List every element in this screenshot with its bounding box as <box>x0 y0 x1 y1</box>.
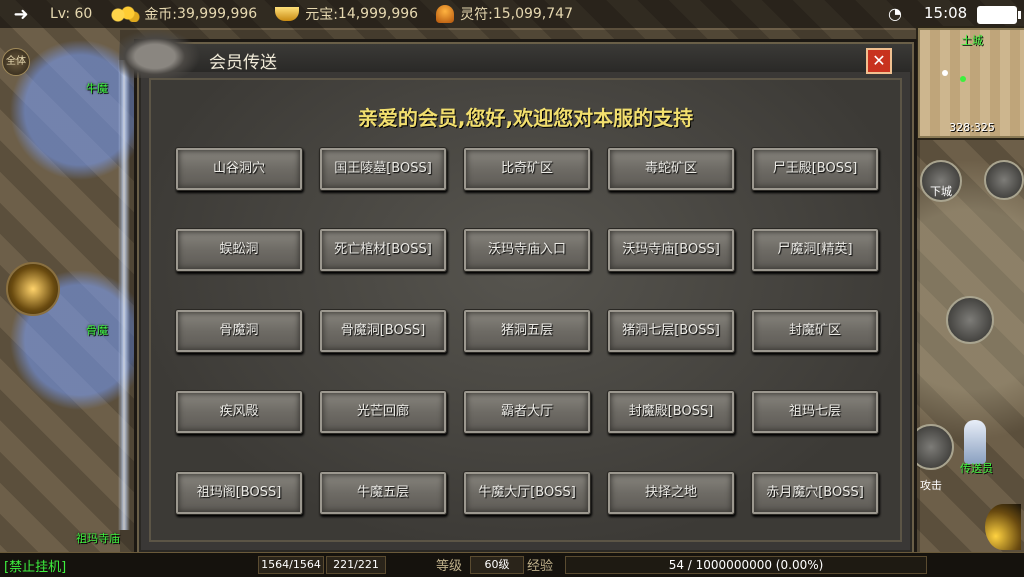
mp-display: 221/221 <box>326 556 386 574</box>
clock: 15:08 <box>924 4 968 22</box>
level-value: 60级 <box>470 556 524 574</box>
teleport-button[interactable]: 猪洞五层 <box>463 309 591 353</box>
greeting-text: 亲爱的会员,您好,欢迎您对本服的支持 <box>357 106 694 130</box>
teleport-button[interactable]: 抉择之地 <box>607 471 735 515</box>
menu-orb-icon[interactable] <box>985 504 1021 550</box>
ingot-icon <box>275 7 300 21</box>
back-arrow-icon[interactable]: ➜ <box>8 4 34 25</box>
teleport-button[interactable]: 牛魔五层 <box>319 471 447 515</box>
teleport-button[interactable]: 祖玛阁[BOSS] <box>175 471 303 515</box>
teleport-button[interactable]: 骨魔洞 <box>175 309 303 353</box>
gold-display: 金币: 39,999,996 <box>110 4 257 24</box>
teleport-button[interactable]: 骨魔洞[BOSS] <box>319 309 447 353</box>
teleport-button[interactable]: 沃玛寺庙[BOSS] <box>607 228 735 272</box>
level-label: 等级 <box>436 559 463 574</box>
dragon-ornament-icon <box>119 24 209 78</box>
battery-icon <box>977 6 1021 24</box>
teleport-button[interactable]: 霸者大厅 <box>463 390 591 434</box>
teleport-button[interactable]: 国王陵墓[BOSS] <box>319 147 447 191</box>
wifi-icon: ◔ <box>888 4 902 23</box>
teleport-button[interactable]: 尸魔洞[精英] <box>751 228 879 272</box>
teleport-button[interactable]: 封魔殿[BOSS] <box>607 390 735 434</box>
attack-button[interactable]: 攻击 <box>908 424 954 492</box>
exp-bar: 54 / 1000000000 (0.00%) <box>565 556 927 574</box>
dialog-title: 会员传送 <box>209 53 277 73</box>
attack-mode-icon[interactable] <box>6 262 60 316</box>
talisman-label: 灵符: <box>460 7 493 23</box>
minimap-coordinates: 328:325 <box>949 121 995 134</box>
teleport-button[interactable]: 毒蛇矿区 <box>607 147 735 191</box>
close-button[interactable]: ✕ <box>866 48 892 74</box>
zone-label-zuma: 祖玛寺庙 <box>76 532 120 545</box>
teleport-button[interactable]: 祖玛七层 <box>751 390 879 434</box>
member-teleport-dialog: 会员传送 ✕ 亲爱的会员,您好,欢迎您对本服的支持 山谷洞穴 国王陵墓[BOSS… <box>119 24 914 554</box>
dialog-header: 会员传送 ✕ <box>119 24 912 78</box>
ingot-value: 14,999,996 <box>337 6 419 22</box>
gold-label: 金币: <box>144 7 178 23</box>
npc-name-label: 传送员 <box>960 462 993 475</box>
ingot-display: 元宝: 14,999,996 <box>275 4 418 24</box>
return-city-button[interactable]: 下城 <box>920 160 962 202</box>
teleport-grid: 山谷洞穴 国王陵墓[BOSS] 比奇矿区 毒蛇矿区 尸王殿[BOSS] 蜈蚣洞 … <box>175 147 880 547</box>
dialog-body: 亲爱的会员,您好,欢迎您对本服的支持 山谷洞穴 国王陵墓[BOSS] 比奇矿区 … <box>149 78 902 542</box>
exp-label: 经验 <box>527 559 554 574</box>
coin-icon <box>110 6 141 22</box>
minimap-player-marker <box>960 76 966 82</box>
minimap[interactable]: 土城 328:325 <box>918 28 1024 138</box>
teleport-button[interactable]: 赤月魔穴[BOSS] <box>751 471 879 515</box>
teleport-button[interactable]: 蜈蚣洞 <box>175 228 303 272</box>
zone-label-niumo: 牛魔 <box>86 82 108 95</box>
teleport-button[interactable]: 封魔矿区 <box>751 309 879 353</box>
teleporter-npc[interactable] <box>964 420 986 464</box>
sword-skill-icon[interactable] <box>946 296 994 344</box>
talisman-value: 15,099,747 <box>492 6 573 22</box>
all-channel-button[interactable]: 全体 <box>2 48 30 76</box>
teleport-button[interactable]: 光芒回廊 <box>319 390 447 434</box>
afk-toggle[interactable]: [禁止挂机] <box>4 556 66 575</box>
teleport-button[interactable]: 尸王殿[BOSS] <box>751 147 879 191</box>
teleport-button[interactable]: 死亡棺材[BOSS] <box>319 228 447 272</box>
minimap-title: 土城 <box>961 34 983 47</box>
zone-label-gumo: 骨魔 <box>86 324 108 337</box>
player-level: Lv: 60 <box>50 6 93 22</box>
teleport-button[interactable]: 牛魔大厅[BOSS] <box>463 471 591 515</box>
teleport-button[interactable]: 比奇矿区 <box>463 147 591 191</box>
hp-display: 1564/1564 <box>258 556 324 574</box>
teleport-button[interactable]: 疾风殿 <box>175 390 303 434</box>
talisman-icon <box>436 5 455 23</box>
talisman-display: 灵符: 15,099,747 <box>436 4 573 24</box>
compass-icon[interactable] <box>984 160 1024 200</box>
teleport-button[interactable]: 沃玛寺庙入口 <box>463 228 591 272</box>
teleport-button[interactable]: 猪洞七层[BOSS] <box>607 309 735 353</box>
gold-value: 39,999,996 <box>177 6 258 22</box>
lightning-effect <box>118 60 130 530</box>
ingot-label: 元宝: <box>305 7 338 23</box>
minimap-marker <box>942 70 948 76</box>
teleport-button[interactable]: 山谷洞穴 <box>175 147 303 191</box>
